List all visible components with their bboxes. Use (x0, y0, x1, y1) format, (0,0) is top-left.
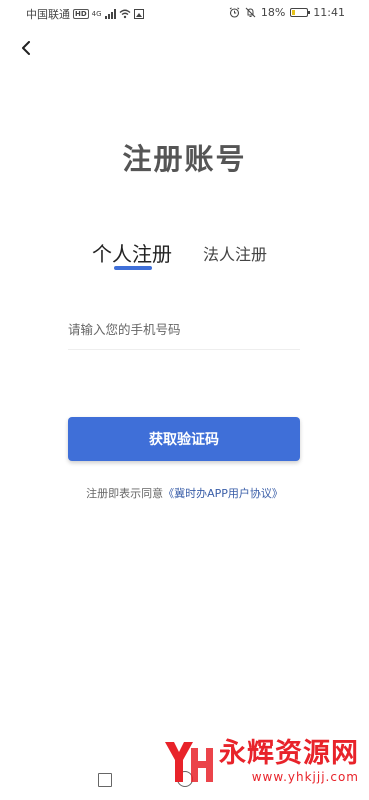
phone-input[interactable] (68, 310, 300, 349)
phone-field (68, 310, 300, 350)
get-verification-code-button[interactable]: 获取验证码 (68, 417, 300, 461)
wifi-icon (119, 9, 131, 19)
carrier-name: 中国联通 (26, 8, 70, 21)
alarm-icon (229, 7, 240, 18)
recent-apps-icon[interactable] (98, 773, 112, 787)
watermark-name: 永辉资源网 (219, 738, 359, 769)
back-button[interactable] (14, 36, 38, 60)
watermark-url: www.yhkjjj.com (251, 770, 359, 784)
watermark: 永辉资源网 www.yhkjjj.com (161, 738, 359, 788)
status-bar: 中国联通 HD 4G 18% 11:41 (0, 0, 369, 26)
mute-icon (245, 7, 256, 18)
status-left: 中国联通 HD 4G (26, 6, 144, 22)
tab-corporate-registration[interactable]: 法人注册 (203, 241, 267, 265)
watermark-text: 永辉资源网 www.yhkjjj.com (219, 738, 359, 784)
watermark-logo-icon (165, 742, 213, 782)
screenshot-icon (133, 9, 144, 19)
agreement-text: 注册即表示同意《冀时办APP用户协议》 (0, 485, 369, 501)
page-title: 注册账号 (122, 142, 247, 176)
clock: 11:41 (313, 6, 345, 19)
hd-icon: HD (73, 9, 89, 19)
battery-icon (290, 8, 311, 17)
agreement-prefix: 注册即表示同意 (86, 487, 164, 500)
signal-icon (104, 9, 116, 19)
active-tab-indicator (114, 266, 152, 270)
network-type: 4G (91, 10, 102, 18)
tab-personal-registration[interactable]: 个人注册 (92, 238, 172, 267)
battery-percent: 18% (260, 6, 286, 19)
status-right: 18% 11:41 (229, 6, 345, 19)
chevron-left-icon (22, 41, 30, 55)
user-agreement-link[interactable]: 《冀时办APP用户协议》 (163, 487, 283, 500)
